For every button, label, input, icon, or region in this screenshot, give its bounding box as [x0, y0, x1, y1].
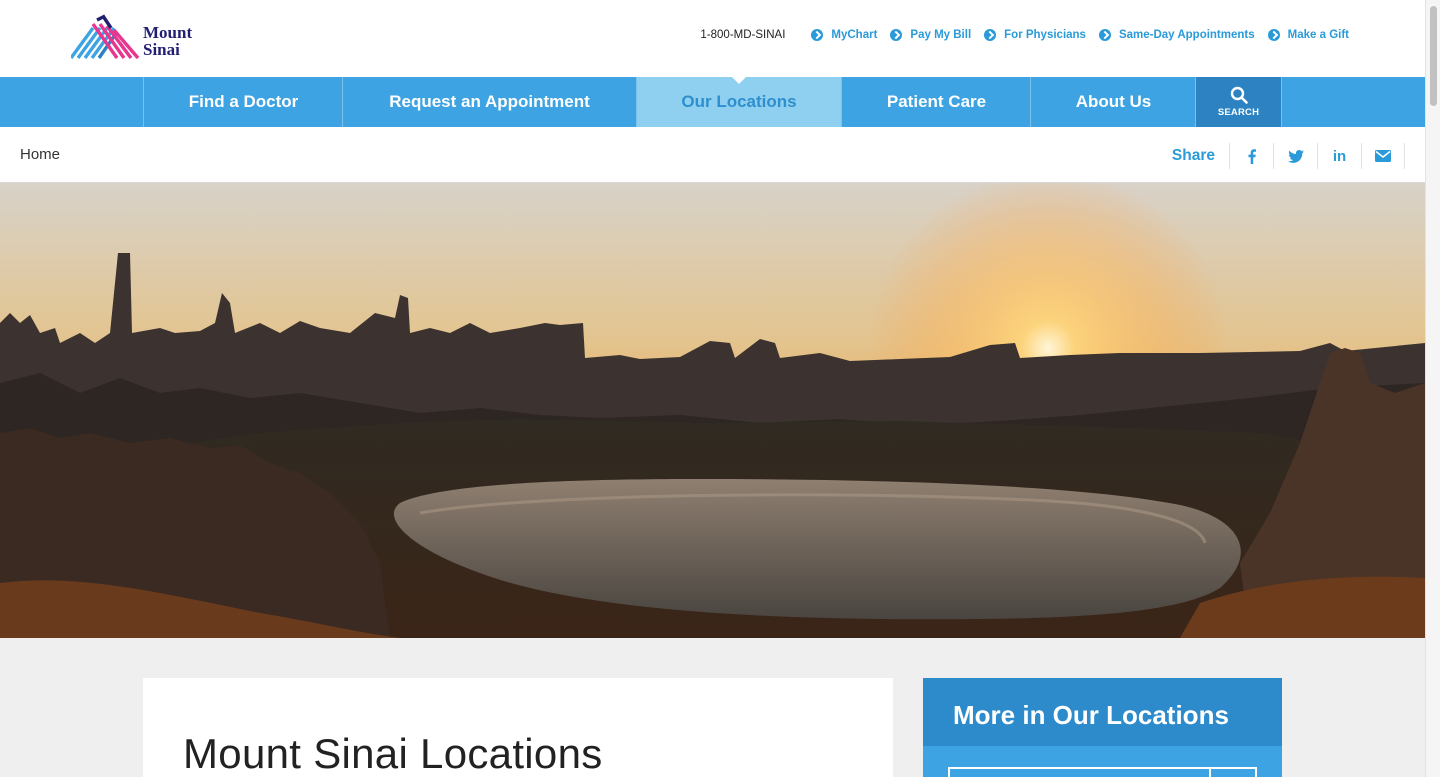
main-content-card: Mount Sinai Locations [143, 678, 893, 777]
utility-link-label: MyChart [831, 29, 878, 41]
twitter-icon [1287, 149, 1304, 163]
utility-nav: 1-800-MD-SINAI MyChart Pay My Bill For P… [700, 26, 1349, 44]
nav-find-a-doctor[interactable]: Find a Doctor [143, 77, 343, 127]
search-label: SEARCH [1217, 107, 1260, 118]
main-nav: Find a Doctor Request an Appointment Our… [0, 76, 1425, 127]
utility-link-label: Make a Gift [1287, 29, 1349, 41]
share-facebook-button[interactable] [1229, 143, 1273, 169]
linkedin-icon: in [1332, 147, 1347, 165]
email-icon [1375, 150, 1391, 162]
search-button[interactable]: SEARCH [1195, 77, 1282, 127]
share-label: Share [1171, 147, 1215, 164]
utility-link-label: Pay My Bill [910, 29, 972, 41]
sidebar-select[interactable] [948, 767, 1257, 777]
share-linkedin-button[interactable]: in [1317, 143, 1361, 169]
skyline-photo [0, 183, 1425, 638]
logo-word-mount: Mount [143, 23, 193, 42]
search-icon [1230, 86, 1248, 104]
nav-request-appointment[interactable]: Request an Appointment [342, 77, 636, 127]
nav-about-us[interactable]: About Us [1030, 77, 1196, 127]
scrollbar[interactable] [1425, 0, 1440, 777]
site-header: Mount Sinai 1-800-MD-SINAI MyChart Pay M… [0, 0, 1425, 77]
nav-our-locations[interactable]: Our Locations [636, 76, 841, 127]
scrollbar-thumb[interactable] [1430, 6, 1437, 106]
chevron-circle-icon [984, 29, 997, 41]
share-email-button[interactable] [1361, 143, 1405, 169]
logo-mark-icon [71, 14, 140, 60]
utility-link-make-a-gift[interactable]: Make a Gift [1267, 29, 1349, 41]
nav-patient-care[interactable]: Patient Care [841, 77, 1031, 127]
logo-wordmark: Mount Sinai [143, 24, 192, 58]
facebook-icon [1248, 148, 1256, 164]
sidebar-panel: More in Our Locations [923, 678, 1282, 777]
utility-link-label: Same-Day Appointments [1118, 29, 1255, 41]
share-twitter-button[interactable] [1273, 143, 1317, 169]
breadcrumb-home[interactable]: Home [20, 146, 60, 163]
utility-link-for-physicians[interactable]: For Physicians [984, 29, 1086, 41]
chevron-circle-icon [1267, 29, 1280, 41]
breadcrumb-bar: Home Share in [0, 127, 1425, 183]
select-divider [1209, 769, 1211, 777]
chevron-circle-icon [890, 29, 903, 41]
chevron-circle-icon [811, 29, 824, 41]
share-bar: Share in [1172, 143, 1405, 169]
phone-number[interactable]: 1-800-MD-SINAI [700, 29, 785, 41]
hero-image [0, 183, 1425, 638]
page: Mount Sinai 1-800-MD-SINAI MyChart Pay M… [0, 0, 1425, 777]
utility-link-label: For Physicians [1004, 29, 1086, 41]
sidebar-title: More in Our Locations [923, 678, 1282, 746]
chevron-circle-icon [1098, 29, 1111, 41]
mount-sinai-logo[interactable]: Mount Sinai [71, 14, 211, 62]
utility-link-same-day-appointments[interactable]: Same-Day Appointments [1098, 29, 1255, 41]
utility-link-pay-bill[interactable]: Pay My Bill [890, 29, 971, 41]
logo-word-sinai: Sinai [143, 40, 180, 59]
sidebar-body [923, 746, 1282, 777]
page-title: Mount Sinai Locations [183, 730, 603, 777]
utility-link-mychart[interactable]: MyChart [811, 29, 877, 41]
